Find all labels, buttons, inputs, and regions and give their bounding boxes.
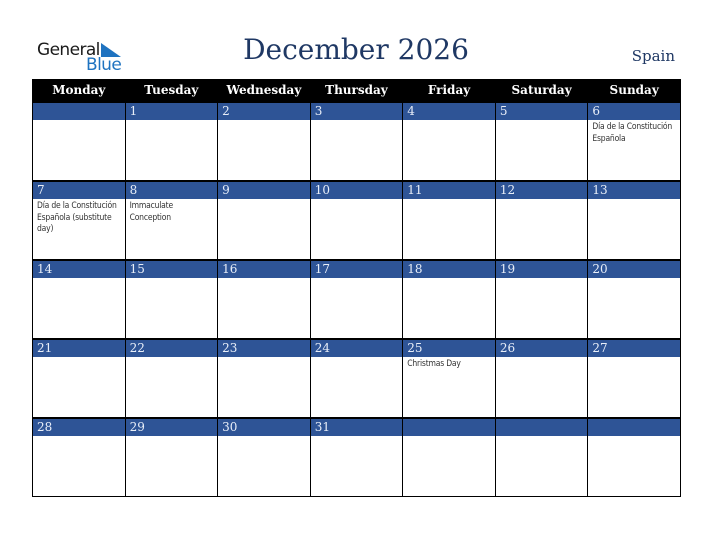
- day-number: 23: [217, 338, 311, 357]
- day-number: 31: [309, 417, 404, 436]
- week-body-row: [32, 278, 681, 340]
- week-number-row: 21 22 23 24 25 26 27: [32, 338, 681, 357]
- day-cell: [587, 357, 681, 419]
- month-calendar: Monday Tuesday Wednesday Thursday Friday…: [32, 79, 681, 497]
- weekday-header-row: Monday Tuesday Wednesday Thursday Friday…: [32, 79, 681, 102]
- day-number: 11: [402, 180, 496, 199]
- day-number: 2: [217, 101, 311, 120]
- day-cell: [217, 436, 311, 497]
- calendar-body: 1 2 3 4 5 6 Día de la Constitución Española 7 8 9…: [32, 101, 681, 497]
- day-cell: [217, 120, 311, 182]
- day-number: 30: [217, 417, 311, 436]
- day-number: 15: [124, 259, 219, 278]
- day-cell: [494, 357, 589, 419]
- day-number: 13: [587, 180, 681, 199]
- weekday-header: Tuesday: [124, 79, 219, 102]
- weekday-header: Monday: [32, 79, 126, 102]
- week-body-row: Día de la Constitución Española (substit…: [32, 199, 681, 261]
- day-number: 24: [309, 338, 404, 357]
- day-cell: [309, 436, 404, 497]
- day-cell: [309, 278, 404, 340]
- day-cell: [124, 120, 219, 182]
- weekday-header: Thursday: [309, 79, 404, 102]
- day-number: 7: [32, 180, 126, 199]
- day-cell: [309, 120, 404, 182]
- day-cell: [217, 357, 311, 419]
- day-number: 26: [494, 338, 589, 357]
- day-cell: [217, 199, 311, 261]
- day-cell: [402, 436, 496, 497]
- day-number: 22: [124, 338, 219, 357]
- day-cell: [309, 199, 404, 261]
- day-cell: [124, 357, 219, 419]
- weekday-header: Wednesday: [217, 79, 311, 102]
- day-number: 6: [587, 101, 681, 120]
- day-number: 19: [494, 259, 589, 278]
- week-number-row: 14 15 16 17 18 19 20: [32, 259, 681, 278]
- day-cell: [32, 357, 126, 419]
- day-number: 17: [309, 259, 404, 278]
- day-cell: [32, 278, 126, 340]
- week-body-row: Día de la Constitución Española: [32, 120, 681, 182]
- day-number: 10: [309, 180, 404, 199]
- day-cell: [587, 199, 681, 261]
- day-cell: [402, 278, 496, 340]
- day-number: 27: [587, 338, 681, 357]
- day-cell: [124, 436, 219, 497]
- day-cell: [494, 278, 589, 340]
- day-number: 28: [32, 417, 126, 436]
- day-cell: Christmas Day: [402, 357, 496, 419]
- country-label: Spain: [631, 47, 675, 65]
- week-number-row: 28 29 30 31: [32, 417, 681, 436]
- day-number: [587, 417, 681, 436]
- day-number: 18: [402, 259, 496, 278]
- week-body-row: Christmas Day: [32, 357, 681, 419]
- day-number: [32, 101, 126, 120]
- day-cell: [402, 199, 496, 261]
- day-cell: Día de la Constitución Española: [587, 120, 681, 182]
- holiday-label: Día de la Constitución Española (substit…: [37, 201, 117, 234]
- day-number: 5: [494, 101, 589, 120]
- day-cell: [402, 120, 496, 182]
- day-cell: [587, 278, 681, 340]
- holiday-label: Immaculate Conception: [129, 201, 174, 223]
- day-cell: [32, 436, 126, 497]
- calendar-title: December 2026: [243, 33, 469, 66]
- day-cell: [32, 120, 126, 182]
- day-number: 4: [402, 101, 496, 120]
- day-cell: [309, 357, 404, 419]
- day-cell: Día de la Constitución Española (substit…: [32, 199, 126, 261]
- day-number: 1: [124, 101, 219, 120]
- day-number: 8: [124, 180, 219, 199]
- day-cell: [494, 436, 589, 497]
- day-number: 25: [402, 338, 496, 357]
- weekday-header: Friday: [402, 79, 496, 102]
- week-number-row: 123456: [32, 101, 681, 120]
- weekday-header: Sunday: [587, 79, 681, 102]
- weekday-header: Saturday: [494, 79, 589, 102]
- day-number: 9: [217, 180, 311, 199]
- day-cell: Immaculate Conception: [124, 199, 219, 261]
- day-number: 21: [32, 338, 126, 357]
- day-number: [402, 417, 496, 436]
- day-cell: [217, 278, 311, 340]
- day-cell: [587, 436, 681, 497]
- day-number: 14: [32, 259, 126, 278]
- day-number: 16: [217, 259, 311, 278]
- week-number-row: 7 8 9 10 11 12 13: [32, 180, 681, 199]
- day-number: 29: [124, 417, 219, 436]
- day-number: 12: [494, 180, 589, 199]
- holiday-label: Christmas Day: [407, 359, 461, 369]
- day-cell: [124, 278, 219, 340]
- holiday-label: Día de la Constitución Española: [592, 122, 673, 144]
- day-cell: [494, 199, 589, 261]
- week-body-row: [32, 436, 681, 497]
- day-number: 3: [309, 101, 404, 120]
- day-cell: [494, 120, 589, 182]
- day-number: 20: [587, 259, 681, 278]
- day-number: [494, 417, 589, 436]
